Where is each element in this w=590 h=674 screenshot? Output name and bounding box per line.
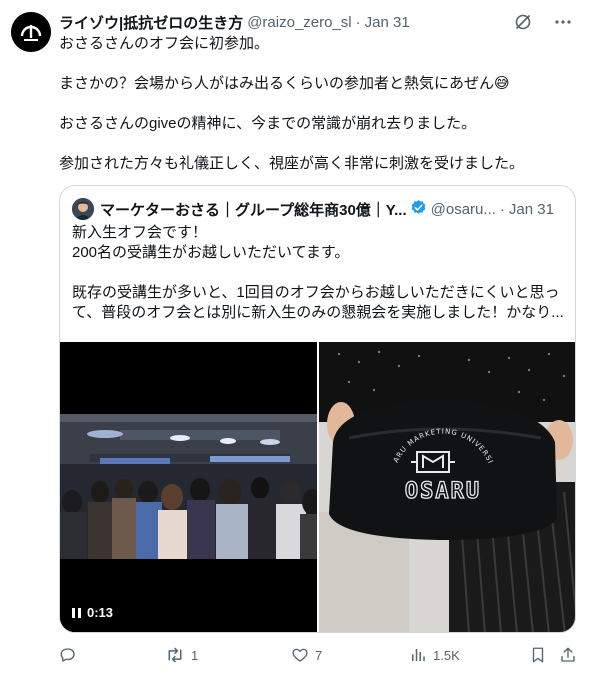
grok-icon[interactable] (514, 13, 532, 31)
tweet-line: おさるさんのオフ会に初参加。 (59, 35, 270, 52)
crowd-video-frame (60, 342, 317, 632)
like-count: 7 (315, 647, 323, 663)
quote-header: マーケターおさる｜グループ総年商30億｜Y... @osaru... · Jan… (72, 198, 563, 220)
views-button[interactable]: 1.5K (409, 646, 529, 664)
retweet-count: 1 (191, 647, 199, 663)
tweet-line: おさるさんのgiveの精神に、今までの常識が崩れ去りました。 (59, 115, 477, 132)
tweet-text: おさるさんのオフ会に初参加。 まさかの？会場から人がはみ出るくらいの参加者と熱気… (59, 34, 571, 174)
tweet-line: まさかの？会場から人がはみ出るくらいの参加者と熱気にあぜん😅 (59, 75, 510, 92)
author-avatar-logo (11, 12, 51, 52)
quote-text: 新入生オフ会です！ 200名の受講生がお越しいただいてます。 既存の受講生が多い… (72, 223, 565, 323)
bag-photo-frame: OSARU MARKETING UNIVERSITY OSARU (319, 342, 575, 632)
quote-separator-dot: · (499, 200, 505, 218)
author-handle[interactable]: @raizo_zero_sl (247, 14, 351, 31)
more-options-icon[interactable] (554, 13, 572, 31)
views-chart-icon (412, 649, 425, 661)
share-icon (561, 647, 575, 662)
heart-icon (292, 648, 308, 662)
separator-dot: · (355, 13, 361, 31)
retweet-button[interactable]: 1 (165, 646, 291, 664)
tweet-header: ライゾウ|抵抗ゼロの生き方 @raizo_zero_sl · Jan 31 (59, 11, 572, 33)
video-player[interactable]: 0:13 (60, 342, 317, 632)
retweet-icon (168, 647, 182, 663)
share-button[interactable] (559, 646, 579, 664)
bookmark-icon (532, 647, 544, 663)
photo-bag[interactable]: OSARU MARKETING UNIVERSITY OSARU (319, 342, 575, 632)
quote-line: 既存の受講生が多いと、1回目のオフ会からお越しいただきにくいと思っ (72, 284, 560, 301)
pause-icon[interactable] (72, 607, 81, 618)
verified-badge-icon (410, 199, 427, 220)
tweet-line: 参加された方々も礼儀正しく、視座が高く非常に刺激を受けました。 (59, 155, 525, 172)
quoted-tweet[interactable]: マーケターおさる｜グループ総年商30億｜Y... @osaru... · Jan… (59, 185, 576, 633)
action-bar: 1 7 1.5K (59, 642, 579, 668)
author-name[interactable]: ライゾウ|抵抗ゼロの生き方 (59, 12, 243, 33)
quote-time: Jan 31 (508, 200, 554, 218)
like-button[interactable]: 7 (291, 646, 409, 664)
quote-line: 200名の受講生がお越しいただいてます。 (72, 244, 350, 261)
reply-button[interactable] (59, 646, 165, 664)
video-time: 0:13 (87, 605, 114, 620)
reply-icon (60, 648, 75, 662)
views-count: 1.5K (433, 647, 460, 663)
quote-line: て、普段のオフ会とは別に新入生のみの懇親会を実施しました！かなり... (72, 304, 564, 321)
quote-line: 新入生オフ会です！ (72, 224, 208, 241)
tweet-time[interactable]: Jan 31 (365, 14, 410, 31)
bag-brand-text: OSARU (405, 479, 481, 504)
quote-author-avatar (72, 198, 94, 220)
author-avatar[interactable] (11, 12, 51, 52)
video-timestamp[interactable]: 0:13 (72, 605, 113, 620)
quote-author-handle: @osaru... (430, 200, 496, 218)
quote-author-name: マーケターおさる｜グループ総年商30億｜Y... (100, 201, 407, 219)
bookmark-button[interactable] (529, 646, 559, 664)
